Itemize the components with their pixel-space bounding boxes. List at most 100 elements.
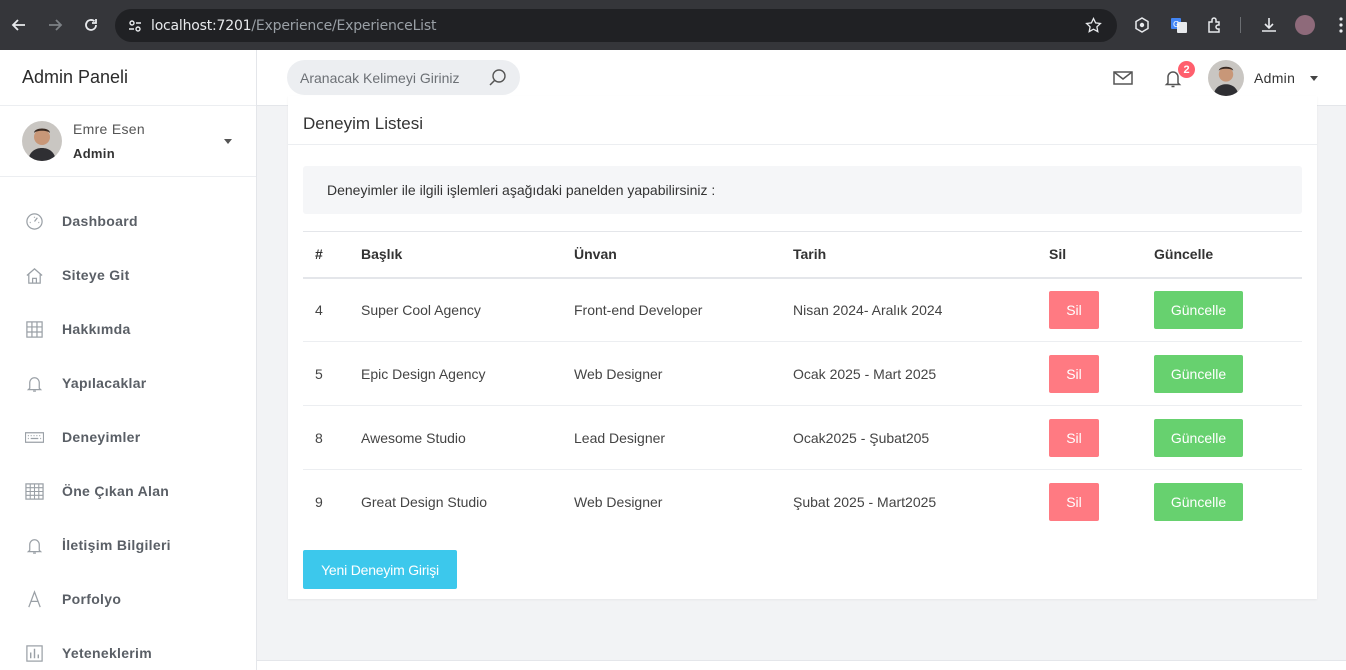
row-title: Great Design Studio — [361, 493, 488, 510]
page-title: Deneyim Listesi — [288, 96, 1317, 145]
update-button[interactable]: Güncelle — [1154, 482, 1243, 521]
chart-icon — [24, 643, 44, 663]
search-icon[interactable] — [488, 68, 507, 87]
sidebar-item-label: Dashboard — [62, 213, 138, 229]
column-header: # — [303, 231, 361, 279]
divider — [1240, 17, 1241, 33]
bell-icon — [24, 373, 44, 393]
sidebar-item-porfolyo[interactable]: Porfolyo — [0, 572, 256, 626]
row-title: Super Cool Agency — [361, 277, 574, 342]
experience-card: Deneyim Listesi Deneyimler ile ilgili iş… — [288, 96, 1317, 599]
home-icon — [24, 265, 44, 285]
notification-badge: 2 — [1178, 61, 1195, 78]
keyboard-icon — [24, 427, 44, 447]
column-header: Ünvan — [574, 231, 793, 279]
grid-icon — [24, 319, 44, 339]
chevron-down-icon[interactable] — [224, 139, 232, 144]
table-row: 4 Super Cool Agency Front-end Developer … — [303, 277, 1302, 342]
sidebar-item-deneyimler[interactable]: Deneyimler — [0, 410, 256, 464]
table-row: 5 Epic Design Agency Web Designer Ocak 2… — [303, 341, 1302, 406]
column-header: Başlık — [361, 231, 574, 279]
row-date: Ocak 2025 - Mart 2025 — [793, 341, 1049, 406]
column-header: Güncelle — [1154, 231, 1302, 279]
sidebar-item-label: Öne Çıkan Alan — [62, 483, 170, 499]
chevron-down-icon[interactable] — [1310, 76, 1318, 81]
sidebar-profile[interactable]: Emre Esen Admin — [0, 106, 256, 177]
brand-title[interactable]: Admin Paneli — [0, 50, 256, 106]
user-avatar[interactable] — [1208, 60, 1244, 96]
user-name[interactable]: Admin — [1254, 70, 1295, 86]
row-date: Nisan 2024- Aralık 2024 — [793, 277, 1049, 342]
sidebar-menu: Dashboard Siteye Git Hakkımda Yapılacakl… — [0, 177, 256, 670]
delete-button[interactable]: Sil — [1049, 290, 1099, 329]
experience-table: # Başlık Ünvan Tarih Sil Güncelle 4 Supe… — [303, 231, 1302, 534]
sidebar-item-dashboard[interactable]: Dashboard — [0, 194, 256, 248]
table-icon — [24, 481, 44, 501]
sidebar-item-label: Yapılacaklar — [62, 375, 147, 391]
extension-hex-icon[interactable] — [1134, 17, 1150, 33]
sidebar-item-iletisim-bilgileri[interactable]: İletişim Bilgileri — [0, 518, 256, 572]
update-button[interactable]: Güncelle — [1154, 354, 1243, 393]
row-id: 4 — [303, 277, 361, 342]
sidebar-item-yapilacaklar[interactable]: Yapılacaklar — [0, 356, 256, 410]
svg-text:G: G — [1173, 20, 1179, 29]
browser-toolbar: localhost:7201/Experience/ExperienceList… — [0, 0, 1346, 50]
sidebar-item-hakkimda[interactable]: Hakkımda — [0, 302, 256, 356]
sidebar-item-yeteneklerim[interactable]: Yeteneklerim — [0, 626, 256, 670]
column-header: Tarih — [793, 231, 1049, 279]
row-position: Web Designer — [574, 493, 663, 510]
sidebar-item-one-cikan-alan[interactable]: Öne Çıkan Alan — [0, 464, 256, 518]
delete-button[interactable]: Sil — [1049, 354, 1099, 393]
update-button[interactable]: Güncelle — [1154, 290, 1243, 329]
row-position: Front-end Developer — [574, 277, 793, 342]
browser-profile-avatar[interactable] — [1295, 15, 1315, 35]
row-date: Şubat 2025 - Mart2025 — [793, 493, 937, 510]
row-id: 9 — [315, 493, 323, 510]
new-experience-button[interactable]: Yeni Deneyim Girişi — [303, 550, 457, 589]
row-position: Lead Designer — [574, 405, 793, 470]
extensions-puzzle-icon[interactable] — [1206, 16, 1224, 34]
row-title: Epic Design Agency — [361, 341, 574, 406]
mail-icon[interactable] — [1113, 68, 1133, 88]
reload-icon[interactable] — [73, 7, 109, 43]
info-panel: Deneyimler ile ilgili işlemleri aşağıdak… — [303, 166, 1302, 214]
row-id: 8 — [303, 405, 361, 470]
sidebar-item-label: Deneyimler — [62, 429, 141, 445]
delete-button[interactable]: Sil — [1049, 418, 1099, 457]
sidebar-item-label: Siteye Git — [62, 267, 130, 283]
profile-name: Emre Esen — [73, 121, 145, 137]
search-input[interactable] — [300, 69, 480, 86]
browser-menu-icon[interactable] — [1338, 17, 1344, 33]
avatar — [22, 121, 62, 161]
bookmark-star-icon[interactable] — [1085, 17, 1102, 34]
sidebar-item-label: Porfolyo — [62, 591, 122, 607]
profile-role: Admin — [73, 146, 115, 161]
sidebar: Admin Paneli Emre Esen Admin Dashboard S… — [0, 50, 257, 670]
url-text: localhost:7201/Experience/ExperienceList — [151, 17, 437, 34]
row-position: Web Designer — [574, 341, 793, 406]
search-box — [287, 60, 520, 95]
delete-button[interactable]: Sil — [1049, 482, 1099, 521]
row-id: 5 — [303, 341, 361, 406]
sidebar-item-label: Hakkımda — [62, 321, 131, 337]
update-button[interactable]: Güncelle — [1154, 418, 1243, 457]
address-bar[interactable]: localhost:7201/Experience/ExperienceList — [115, 9, 1117, 42]
forward-icon[interactable] — [37, 7, 73, 43]
back-icon[interactable] — [1, 7, 37, 43]
row-title: Awesome Studio — [361, 405, 574, 470]
column-header: Sil — [1049, 231, 1154, 279]
bell-icon — [24, 535, 44, 555]
sidebar-item-label: İletişim Bilgileri — [62, 537, 171, 553]
sidebar-item-label: Yeteneklerim — [62, 645, 152, 661]
table-header-row: # Başlık Ünvan Tarih Sil Güncelle — [303, 231, 1302, 279]
sidebar-item-siteye-git[interactable]: Siteye Git — [0, 248, 256, 302]
gauge-icon — [24, 211, 44, 231]
footer — [257, 660, 1346, 670]
row-date: Ocak2025 - Şubat205 — [793, 405, 1049, 470]
download-icon[interactable] — [1260, 16, 1278, 34]
letter-a-icon — [24, 589, 44, 609]
site-info-icon[interactable] — [127, 18, 143, 34]
translate-icon[interactable]: G — [1170, 16, 1188, 34]
table-row: 8 Awesome Studio Lead Designer Ocak2025 … — [303, 405, 1302, 470]
table-row: 9 Great Design Studio Web Designer Şubat… — [303, 470, 1302, 534]
